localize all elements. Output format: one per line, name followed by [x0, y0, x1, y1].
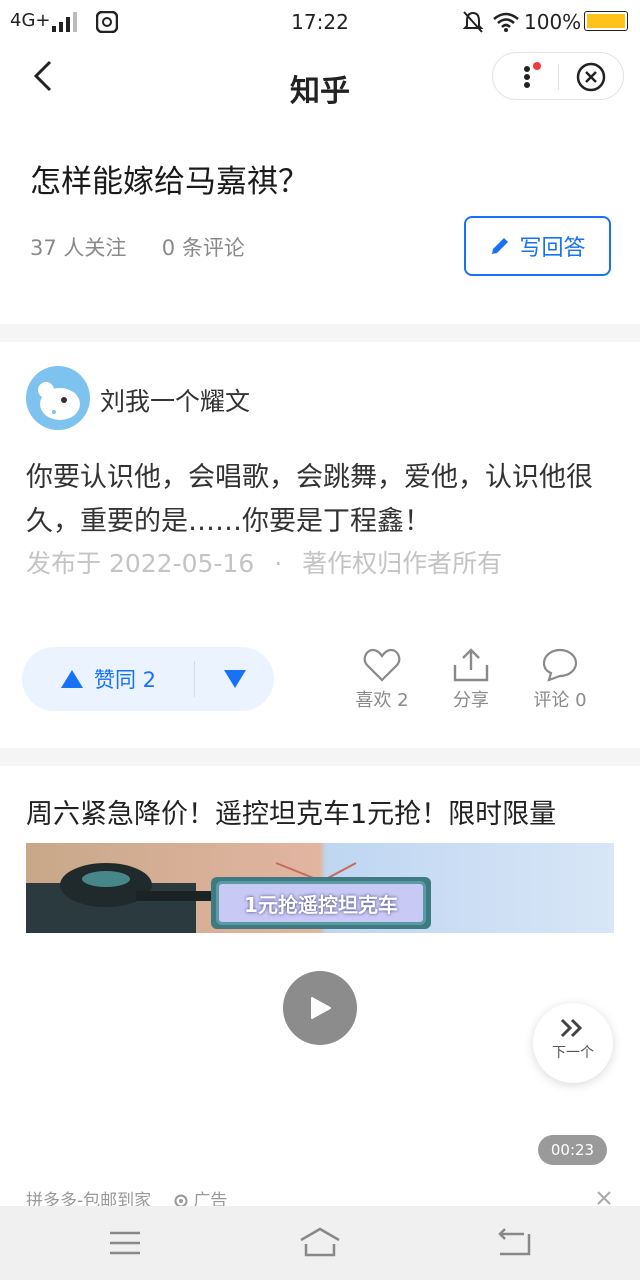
more-menu-icon[interactable] [517, 61, 541, 93]
write-answer-button[interactable]: 写回答 [464, 216, 611, 276]
author-name[interactable]: 刘我一个耀文 [100, 382, 250, 418]
meta-separator: · [274, 549, 283, 578]
downvote-icon [224, 670, 246, 688]
battery-icon [584, 11, 628, 31]
play-button[interactable] [283, 971, 357, 1045]
like-button[interactable]: 喜欢 2 [337, 648, 427, 712]
next-video-button[interactable]: 下一个 [533, 1003, 613, 1083]
comment-label: 评论 0 [533, 690, 587, 711]
play-icon [311, 997, 331, 1019]
close-icon[interactable] [575, 61, 607, 93]
copyright-notice: 著作权归作者所有 [302, 549, 503, 578]
heart-icon [363, 648, 401, 682]
banner-label: 1元抢遥控坦克车 [216, 881, 426, 925]
vote-divider [194, 661, 195, 697]
comment-bubble-icon [542, 648, 578, 682]
downvote-button[interactable] [196, 647, 274, 711]
ad-close-icon[interactable] [596, 1190, 612, 1206]
pencil-icon [492, 238, 509, 254]
mute-bell-icon [462, 11, 484, 33]
question-title[interactable]: 怎样能嫁给马嘉祺？ [30, 156, 309, 201]
question-meta: 37 人关注 0 条评论 [30, 232, 245, 262]
upvote-icon [60, 670, 83, 688]
status-bar: 4G+ 17:22 100% [0, 0, 640, 44]
nav-bar: 知乎 [0, 44, 640, 126]
battery-percent: 100% [524, 10, 582, 34]
question-card: 怎样能嫁给马嘉祺？ 37 人关注 0 条评论 写回答 [0, 126, 640, 324]
next-label: 下一个 [552, 1045, 594, 1061]
mini-program-capsule [492, 52, 624, 100]
back-nav-icon[interactable] [496, 1228, 532, 1258]
upvote-label: 赞同 2 [93, 668, 157, 692]
comment-button[interactable]: 评论 0 [515, 648, 605, 712]
share-label: 分享 [453, 690, 489, 711]
ad-card: 周六紧急降价！遥控坦克车1元抢！限时限量 1元抢遥控坦克车 下一个 00:23 … [0, 766, 640, 1211]
capsule-divider [558, 64, 559, 90]
ad-banner-image[interactable]: 1元抢遥控坦克车 [26, 843, 614, 933]
answer-card: 刘我一个耀文 你要认识他，会唱歌，会跳舞，爱他，认识他很久，重要的是……你要是丁… [0, 342, 640, 748]
comments-count[interactable]: 0 条评论 [162, 236, 245, 260]
share-button[interactable]: 分享 [426, 648, 516, 712]
write-answer-label: 写回答 [519, 236, 586, 261]
home-icon[interactable] [298, 1226, 342, 1258]
answer-meta: 发布于 2022-05-16 · 著作权归作者所有 [26, 544, 502, 580]
upvote-button[interactable]: 赞同 2 [22, 647, 194, 711]
answer-content[interactable]: 你要认识他，会唱歌，会跳舞，爱他，认识他很久，重要的是……你要是丁程鑫！ [26, 456, 616, 544]
video-duration: 00:23 [538, 1135, 607, 1165]
system-navigation-bar [0, 1206, 640, 1280]
vote-pill: 赞同 2 [22, 647, 274, 711]
wifi-icon [493, 12, 519, 32]
followers-count: 37 人关注 [30, 236, 127, 260]
like-label: 喜欢 2 [355, 690, 409, 711]
menu-icon[interactable] [108, 1230, 142, 1256]
publish-date: 发布于 2022-05-16 [26, 549, 255, 578]
double-chevron-right-icon [560, 1018, 583, 1038]
avatar[interactable] [26, 366, 90, 430]
share-icon [453, 648, 489, 682]
ad-title[interactable]: 周六紧急降价！遥控坦克车1元抢！限时限量 [26, 792, 556, 831]
